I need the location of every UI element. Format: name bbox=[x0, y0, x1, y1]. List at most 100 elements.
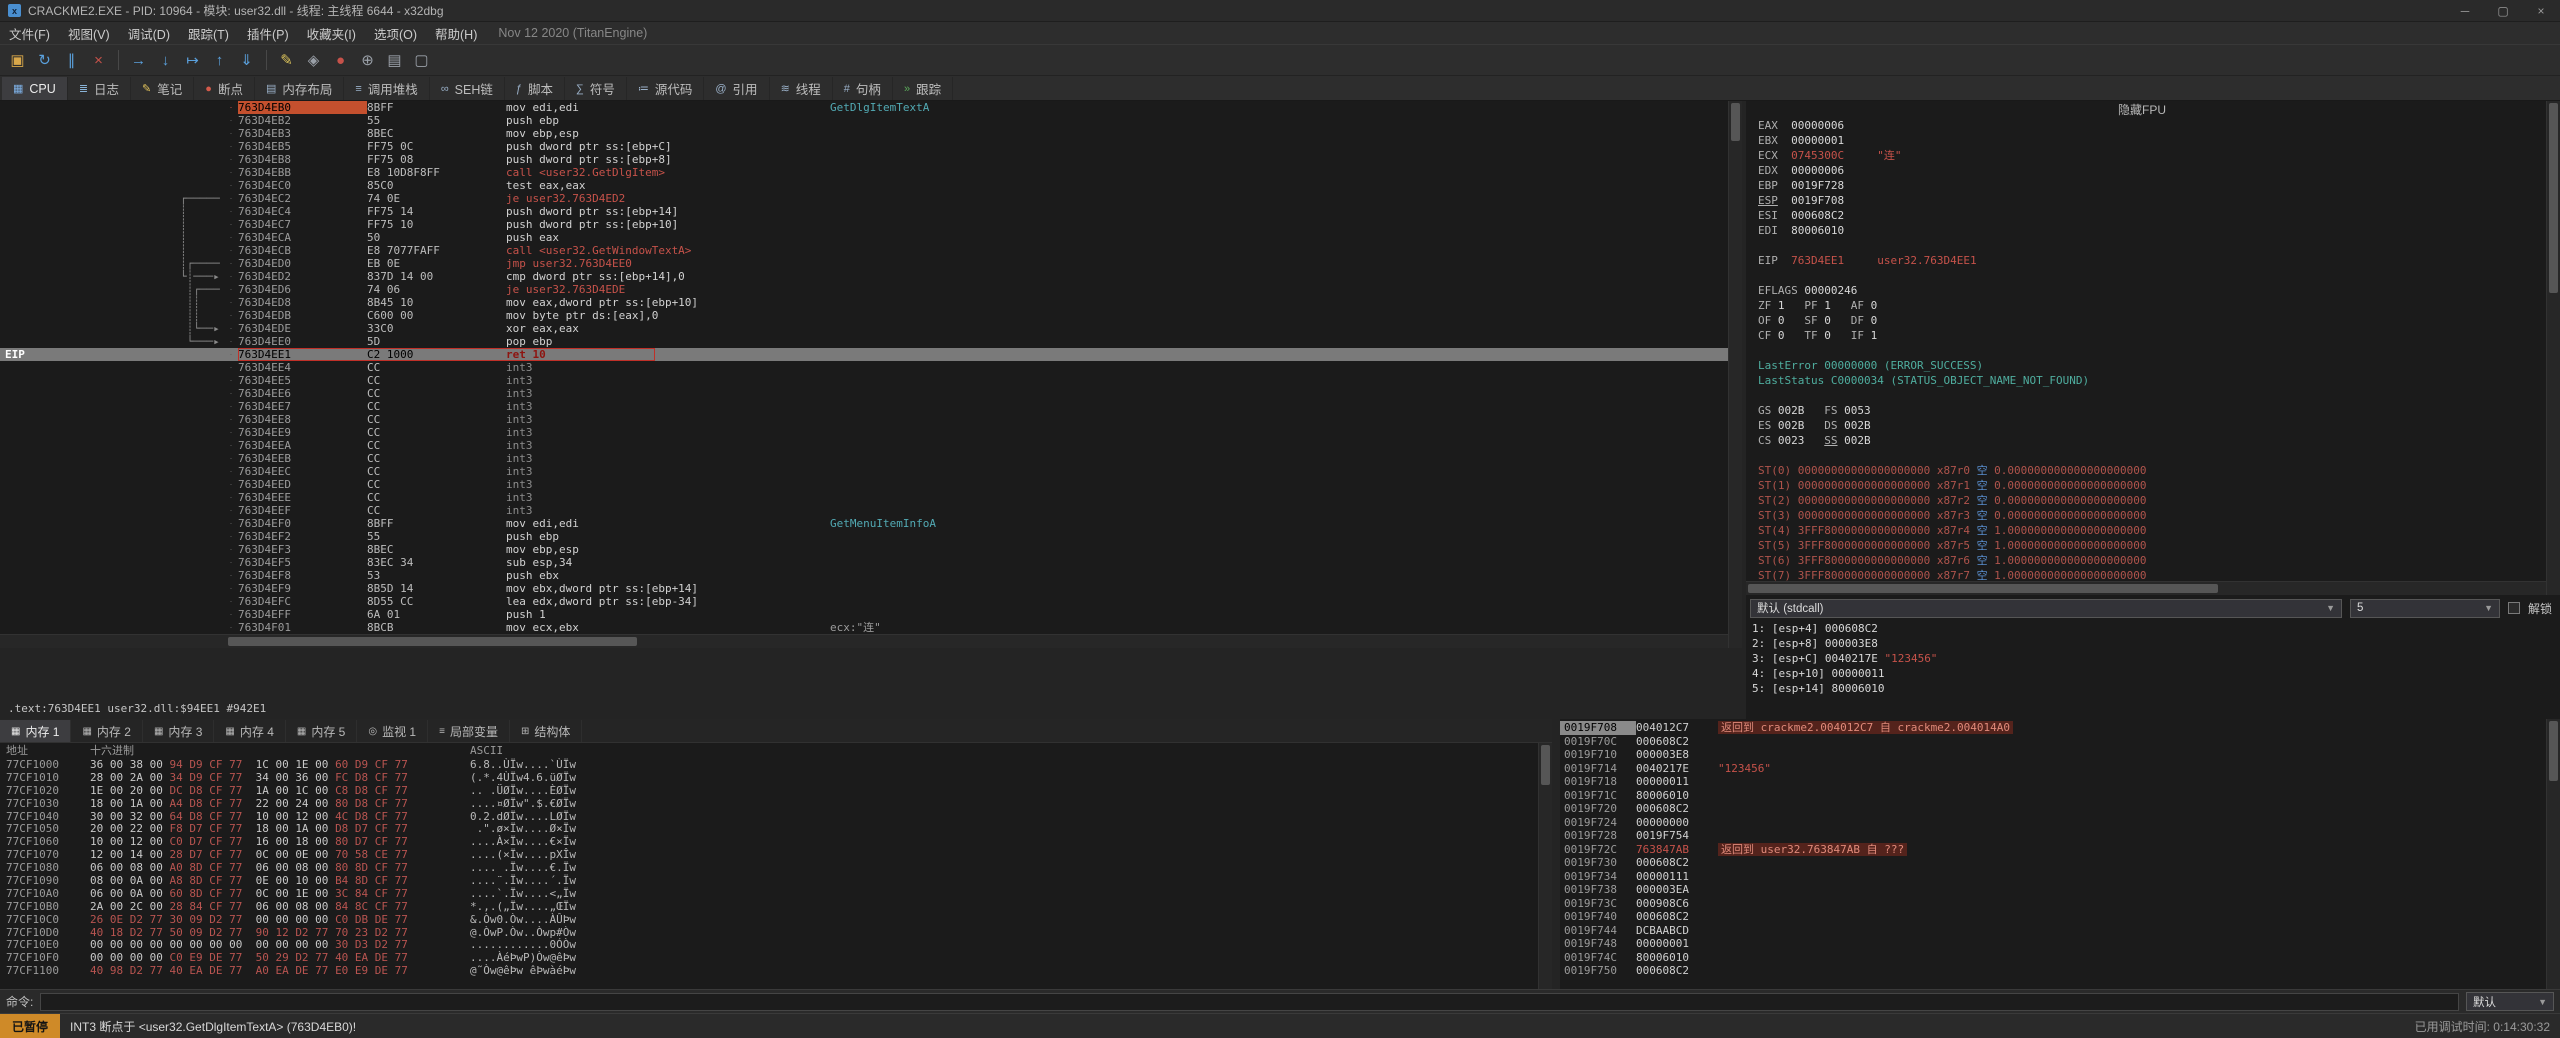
stack-row[interactable]: 0019F74C 80006010 bbox=[1560, 951, 2546, 965]
disasm-row[interactable]: · 763D4EE5 CC int3 bbox=[0, 374, 1728, 387]
breakpoint-dot[interactable]: · bbox=[224, 322, 238, 335]
breakpoint-dot[interactable]: · bbox=[224, 387, 238, 400]
dump-tab-watch-1[interactable]: ◎ 监视 1 bbox=[357, 720, 429, 742]
register-row[interactable]: ESI 000608C2 bbox=[1758, 208, 2546, 223]
breakpoint-dot[interactable]: · bbox=[224, 439, 238, 452]
menu-trace[interactable]: 跟踪(T) bbox=[179, 22, 238, 45]
tab-breakpoints[interactable]: ● 断点 bbox=[194, 77, 255, 100]
register-row[interactable]: ST(5) 3FFF8000000000000000 x87r5 空 1.000… bbox=[1758, 538, 2546, 553]
disassembly-vscrollbar[interactable] bbox=[1728, 101, 1742, 648]
new-window-icon[interactable]: ▢ bbox=[408, 47, 435, 73]
disasm-row[interactable]: · 763D4EB2 55 push ebp bbox=[0, 114, 1728, 127]
register-row[interactable]: CS 0023 SS 002B bbox=[1758, 433, 2546, 448]
register-row[interactable]: LastStatus C0000034 (STATUS_OBJECT_NAME_… bbox=[1758, 373, 2546, 388]
breakpoint-dot[interactable]: · bbox=[224, 296, 238, 309]
disasm-row[interactable]: · 763D4EF3 8BEC mov ebp,esp bbox=[0, 543, 1728, 556]
menu-view[interactable]: 视图(V) bbox=[59, 22, 119, 45]
hide-fpu-button[interactable]: 隐藏FPU bbox=[2118, 103, 2166, 117]
stack-row[interactable]: 0019F73C 000908C6 bbox=[1560, 897, 2546, 911]
menu-help[interactable]: 帮助(H) bbox=[426, 22, 486, 45]
stack-row[interactable]: 0019F744 DCBAABCD bbox=[1560, 924, 2546, 938]
breakpoint-dot[interactable]: · bbox=[224, 465, 238, 478]
register-row[interactable] bbox=[1758, 268, 2546, 283]
breakpoint-toggle-icon[interactable]: ● bbox=[327, 47, 354, 73]
breakpoint-dot[interactable]: · bbox=[224, 283, 238, 296]
breakpoint-dot[interactable]: · bbox=[224, 309, 238, 322]
tab-cpu[interactable]: ▦ CPU bbox=[2, 77, 68, 100]
argument-row[interactable]: 3: [esp+C] 0040217E "123456" bbox=[1752, 651, 2560, 666]
breakpoint-dot[interactable]: · bbox=[224, 166, 238, 179]
menu-plugins[interactable]: 插件(P) bbox=[238, 22, 298, 45]
disasm-row[interactable]: · 763D4EE7 CC int3 bbox=[0, 400, 1728, 413]
disasm-row[interactable]: ┊┊ · 763D4ED8 8B45 10 mov eax,dword ptr ss:[… bbox=[0, 296, 1728, 309]
register-row[interactable]: ECX 0745300C "连" bbox=[1758, 148, 2546, 163]
disasm-row[interactable]: · 763D4EEC CC int3 bbox=[0, 465, 1728, 478]
dump-tab-memory-4[interactable]: ▦ 内存 4 bbox=[214, 720, 286, 742]
disasm-row[interactable]: · 763D4EFF 6A 01 push 1 bbox=[0, 608, 1728, 621]
menu-favourites[interactable]: 收藏夹(I) bbox=[298, 22, 365, 45]
stack-row[interactable]: 0019F730 000608C2 bbox=[1560, 856, 2546, 870]
tab-symbols[interactable]: ∑ 符号 bbox=[565, 77, 627, 100]
disasm-row[interactable]: ┊└──▸ · 763D4EDE 33C0 xor eax,eax bbox=[0, 322, 1728, 335]
lock-checkbox[interactable] bbox=[2507, 602, 2520, 614]
breakpoint-dot[interactable]: · bbox=[224, 413, 238, 426]
register-row[interactable]: ST(1) 00000000000000000000 x87r1 空 0.000… bbox=[1758, 478, 2546, 493]
command-profile-select[interactable]: 默认 ▼ bbox=[2466, 992, 2554, 1011]
stack-row[interactable]: 0019F720 000608C2 bbox=[1560, 802, 2546, 816]
disasm-row[interactable]: · 763D4EF8 53 push ebx bbox=[0, 569, 1728, 582]
pause-icon[interactable]: ∥ bbox=[58, 47, 85, 73]
register-row[interactable] bbox=[1758, 448, 2546, 463]
dump-tab-memory-3[interactable]: ▦ 内存 3 bbox=[143, 720, 215, 742]
argument-row[interactable]: 2: [esp+8] 000003E8 bbox=[1752, 636, 2560, 651]
comment-icon[interactable]: ◈ bbox=[300, 47, 327, 73]
run-icon[interactable]: → bbox=[125, 47, 152, 73]
disasm-row[interactable]: · 763D4EEE CC int3 bbox=[0, 491, 1728, 504]
register-row[interactable]: EDX 00000006 bbox=[1758, 163, 2546, 178]
breakpoint-dot[interactable]: · bbox=[224, 257, 238, 270]
menu-file[interactable]: 文件(F) bbox=[0, 22, 59, 45]
breakpoint-dot[interactable]: · bbox=[224, 374, 238, 387]
register-row[interactable]: OF 0 SF 0 DF 0 bbox=[1758, 313, 2546, 328]
breakpoint-dot[interactable]: · bbox=[224, 426, 238, 439]
stack-vscrollbar[interactable] bbox=[2546, 719, 2560, 989]
register-row[interactable]: ZF 1 PF 1 AF 0 bbox=[1758, 298, 2546, 313]
step-over-icon[interactable]: ↦ bbox=[179, 47, 206, 73]
breakpoint-dot[interactable]: · bbox=[224, 556, 238, 569]
register-row[interactable]: EIP 763D4EE1 user32.763D4EE1 bbox=[1758, 253, 2546, 268]
tab-trace[interactable]: » 跟踪 bbox=[893, 77, 954, 100]
register-row[interactable]: ST(0) 00000000000000000000 x87r0 空 0.000… bbox=[1758, 463, 2546, 478]
disasm-row[interactable]: ┌───── · 763D4EC2 74 0E je user32.763D4ED2 bbox=[0, 192, 1728, 205]
breakpoint-dot[interactable]: · bbox=[224, 595, 238, 608]
breakpoint-dot[interactable]: · bbox=[224, 127, 238, 140]
disasm-row[interactable]: · 763D4EE6 CC int3 bbox=[0, 387, 1728, 400]
disasm-row[interactable]: · 763D4EB0 8BFF mov edi,edi GetDlgItemTextA bbox=[0, 101, 1728, 114]
disasm-row[interactable]: · 763D4EC0 85C0 test eax,eax bbox=[0, 179, 1728, 192]
register-row[interactable]: LastError 00000000 (ERROR_SUCCESS) bbox=[1758, 358, 2546, 373]
register-row[interactable] bbox=[1758, 238, 2546, 253]
breakpoint-dot[interactable]: · bbox=[224, 114, 238, 127]
tab-threads[interactable]: ≋ 线程 bbox=[770, 77, 833, 100]
calling-convention-select[interactable]: 默认 (stdcall) ▼ bbox=[1750, 598, 2342, 618]
tab-seh-chain[interactable]: ∞ SEH链 bbox=[430, 77, 505, 100]
disasm-row[interactable]: · 763D4EE9 CC int3 bbox=[0, 426, 1728, 439]
disasm-row[interactable]: ┊ · 763D4EC4 FF75 14 push dword ptr ss:[ebp+… bbox=[0, 205, 1728, 218]
register-row[interactable] bbox=[1758, 388, 2546, 403]
register-row[interactable]: GS 002B FS 0053 bbox=[1758, 403, 2546, 418]
command-input[interactable] bbox=[40, 992, 2459, 1011]
disasm-row[interactable]: ┊ · 763D4EC7 FF75 10 push dword ptr ss:[ebp+… bbox=[0, 218, 1728, 231]
register-row[interactable]: ESP 0019F708 bbox=[1758, 193, 2546, 208]
dump-vscrollbar[interactable] bbox=[1538, 743, 1552, 989]
register-row[interactable]: ST(4) 3FFF8000000000000000 x87r4 空 1.000… bbox=[1758, 523, 2546, 538]
register-row[interactable]: EBP 0019F728 bbox=[1758, 178, 2546, 193]
menu-debug[interactable]: 调试(D) bbox=[119, 22, 179, 45]
breakpoint-dot[interactable]: · bbox=[224, 543, 238, 556]
breakpoint-dot[interactable]: · bbox=[224, 621, 238, 634]
disasm-row[interactable]: · 763D4EE8 CC int3 bbox=[0, 413, 1728, 426]
breakpoint-dot[interactable]: · bbox=[224, 205, 238, 218]
registers-vscrollbar[interactable] bbox=[2546, 101, 2560, 595]
stack-row[interactable]: 0019F714 0040217E "123456" bbox=[1560, 762, 2546, 776]
disasm-row[interactable]: ┊┌─── · 763D4ED6 74 06 je user32.763D4EDE bbox=[0, 283, 1728, 296]
patch-icon[interactable]: ✎ bbox=[273, 47, 300, 73]
breakpoint-dot[interactable]: · bbox=[224, 452, 238, 465]
disasm-row[interactable]: · 763D4EEF CC int3 bbox=[0, 504, 1728, 517]
